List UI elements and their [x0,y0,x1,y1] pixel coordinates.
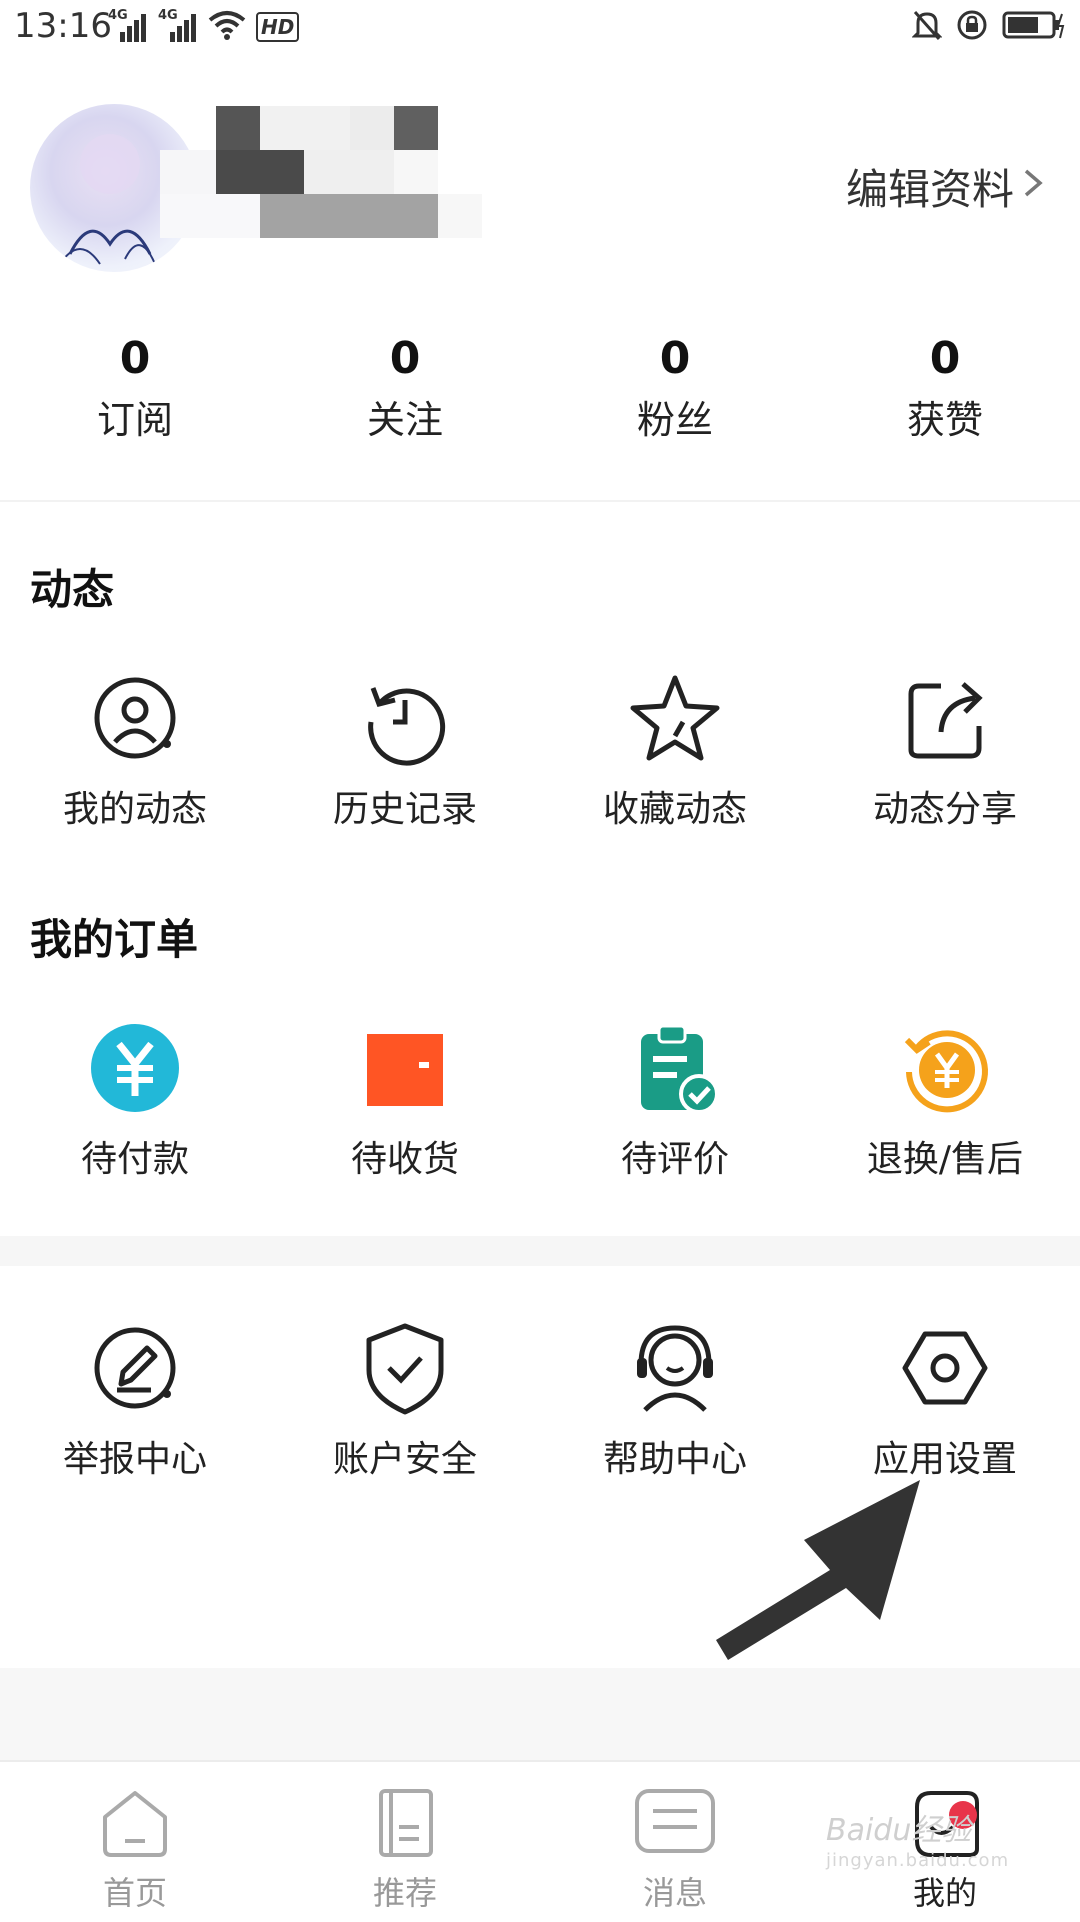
tab-messages[interactable]: 消息 [540,1762,810,1922]
app-settings-button[interactable]: 应用设置 [810,1320,1080,1482]
pending-delivery-label: 待收货 [350,1139,459,1180]
status-time: 13:16 [14,6,112,46]
stat-value: 0 [389,333,421,384]
yen-icon [87,1020,183,1116]
home-icon [93,1784,177,1862]
pending-delivery-button[interactable]: 待收货 [270,1020,540,1182]
message-icon [633,1784,717,1862]
activity-grid: 我的动态 历史记录 收藏动态 动态分享 [0,670,1080,832]
history-button[interactable]: 历史记录 [270,670,540,832]
services-grid: 举报中心 账户安全 帮助中心 应用设置 [0,1320,1080,1482]
battery-icon [1002,10,1066,44]
history-label: 历史记录 [332,789,477,830]
favorites-button[interactable]: 收藏动态 [540,670,810,832]
headset-icon [627,1320,723,1416]
tab-home[interactable]: 首页 [0,1762,270,1922]
share-activity-button[interactable]: 动态分享 [810,670,1080,832]
stat-fans[interactable]: 0 粉丝 [540,330,810,460]
settings-hex-icon [897,1320,993,1416]
hd-icon: HD [256,12,300,42]
share-activity-label: 动态分享 [872,789,1017,830]
tab-recommend-label: 推荐 [372,1874,437,1912]
orders-grid: 待付款 待收货 待评价 退换/售后 [0,1020,1080,1182]
my-activity-button[interactable]: 我的动态 [0,670,270,832]
tab-messages-label: 消息 [642,1874,707,1912]
watermark: Baidu经验 jingyan.baidu.com [826,1816,1009,1876]
stat-value: 0 [119,333,151,384]
favorites-label: 收藏动态 [602,789,747,830]
lock-rotation-icon [956,9,988,45]
hd-label: HD [261,15,295,39]
edit-profile-label: 编辑资料 [845,165,1014,214]
annotation-arrow [700,1470,930,1664]
signal-icon: 4G [108,8,148,42]
share-icon [897,670,993,766]
stat-likes[interactable]: 0 获赞 [810,330,1080,460]
wifi-icon [208,10,246,44]
help-center-button[interactable]: 帮助中心 [540,1320,810,1482]
divider [0,500,1080,502]
book-icon [363,1784,447,1862]
my-activity-icon [87,670,183,766]
report-icon [87,1320,183,1416]
stat-following[interactable]: 0 关注 [270,330,540,460]
stat-value: 0 [929,333,961,384]
refund-label: 退换/售后 [866,1139,1024,1180]
pending-review-label: 待评价 [620,1139,729,1180]
account-security-label: 账户安全 [332,1439,477,1480]
pending-review-button[interactable]: 待评价 [540,1020,810,1182]
refund-button[interactable]: 退换/售后 [810,1020,1080,1182]
refund-icon [897,1020,993,1116]
stat-label: 关注 [366,398,443,442]
my-activity-label: 我的动态 [62,789,207,830]
report-center-button[interactable]: 举报中心 [0,1320,270,1482]
mute-icon [911,9,943,45]
stat-label: 获赞 [906,398,983,442]
network-type-label: 4G [108,8,128,23]
status-right-icons [911,8,1066,46]
tab-recommend[interactable]: 推荐 [270,1762,540,1922]
username-mosaic [160,106,540,268]
bottom-spacer [0,1668,1080,1760]
signal-icon: 4G [158,8,198,42]
report-center-label: 举报中心 [62,1439,207,1480]
pending-payment-button[interactable]: 待付款 [0,1020,270,1182]
stat-subscriptions[interactable]: 0 订阅 [0,330,270,460]
network-type-label: 4G [158,8,178,23]
stats-row: 0 订阅 0 关注 0 粉丝 0 获赞 [0,330,1080,460]
activity-section-title: 动态 [30,565,115,614]
stat-label: 粉丝 [636,398,713,442]
watermark-url: jingyan.baidu.com [826,1850,1010,1871]
stat-label: 订阅 [96,398,173,442]
stat-value: 0 [659,333,691,384]
clipboard-check-icon [627,1020,723,1116]
wallet-icon [357,1020,453,1116]
star-icon [627,670,723,766]
section-separator [0,1236,1080,1266]
account-security-button[interactable]: 账户安全 [270,1320,540,1482]
watermark-text: Baidu经验 [826,1813,972,1848]
chevron-right-icon [1020,168,1046,198]
status-bar: 13:16 4G 4G HD [0,0,1080,56]
orders-section-title: 我的订单 [30,915,199,964]
pending-payment-label: 待付款 [80,1139,189,1180]
status-left-icons: 4G 4G HD [108,8,300,44]
history-icon [357,670,453,766]
shield-check-icon [357,1320,453,1416]
edit-profile-button[interactable]: 编辑资料 [846,156,1014,217]
tab-home-label: 首页 [102,1874,167,1912]
